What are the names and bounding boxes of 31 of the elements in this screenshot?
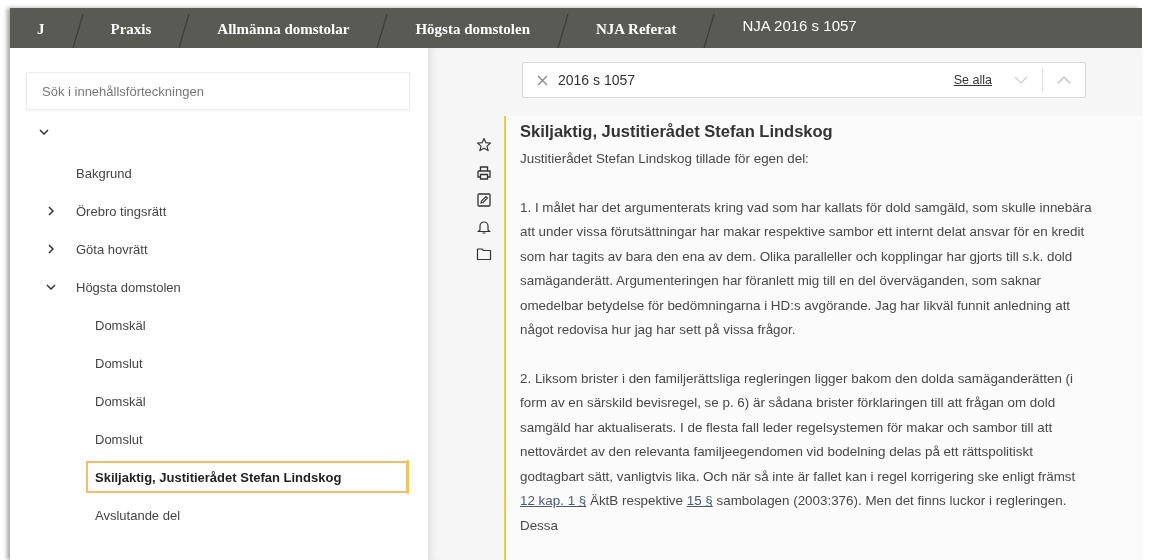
paragraph: Justitierådet Stefan Lindskog tillade för egen del: (520, 150, 810, 168)
see-all-link[interactable]: Se alla (953, 73, 992, 87)
tree-item[interactable]: Domskäl (86, 309, 408, 341)
breadcrumb-link[interactable]: NJA Referat (569, 8, 704, 48)
tree-item[interactable]: Avslutande del (86, 499, 408, 531)
tree-item[interactable]: Göta hovrätt (63, 233, 158, 265)
tree-item[interactable]: Domslut (86, 347, 408, 379)
breadcrumb-link[interactable]: J (10, 8, 72, 48)
tree-item[interactable]: Skiljaktig, Justitierådet Stefan Lindskog (86, 461, 408, 493)
edit-icon[interactable] (477, 193, 491, 207)
tree-item[interactable]: Bakgrund (63, 157, 142, 189)
tree-item[interactable]: Domslut (86, 423, 408, 455)
folder-icon[interactable] (476, 247, 492, 261)
tree-item[interactable]: Domskäl (86, 385, 408, 417)
paragraph: 1. I målet har det argumenterats kring vad som har kallats för dold samgäld, som skulle innebära att under vissa förutsättningar har makar respektive sambor ett internt delat ansvar för en kredit som har tagits av bara den ena av dem. Olika paralleller och kopplingar har gjorts till s.k. dold samäganderätt. Argumenteringen har föranlett mig till en del överväganden, som saknar omedelbar betydelse för bedömningarna i HD:s avgörande. Jag har likväl funnit anledning att något redovisa hur jag har sett på vissa frågor. (520, 198, 1093, 339)
bell-icon[interactable] (476, 219, 492, 235)
law-link[interactable]: 12 kap. 1 § (520, 493, 587, 508)
paragraph: 2. Liksom brister i den familjerättsliga regleringen ligger bakom den dolda samäganderätten (i form av en särskild bevisregel, se p. 6) är sådana brister förklaringen till att frågan om dold samgäld har aktualiserats. I de flesta fall leder regelsystemen för makar och sambor till att nettovärdet av den relevanta familjeegendomen vid bodelning delas på ett rättspolitiskt godtagbart sätt, vanligtvis lika. Och när så inte är fallet kan i regel korrigering ske enligt främst 12 kap. 1 § ÄktB respektive 15 § sambolagen (2003:376). Men det finns luckor i regleringen. Dessa (520, 369, 1077, 535)
law-link[interactable]: 15 § (686, 493, 713, 508)
breadcrumb-current: NJA 2016 s 1057 (741, 15, 858, 36)
selection-marker (407, 460, 409, 494)
section-heading: Skiljaktig, Justitierådet Stefan Lindskog (520, 122, 834, 141)
search-field[interactable]: Sök i innehållsförteckningen (26, 72, 410, 110)
breadcrumb-link[interactable]: Högsta domstolen (388, 8, 557, 48)
star-icon[interactable] (476, 137, 492, 153)
print-icon[interactable] (476, 165, 492, 181)
breadcrumb-link[interactable]: Allmänna domstolar (190, 8, 377, 48)
find-value: 2016 s 1057 (558, 72, 637, 88)
tree-item[interactable]: Högsta domstolen (63, 271, 191, 303)
breadcrumb-link[interactable]: Praxis (83, 8, 179, 48)
tree-item[interactable]: Örebro tingsrätt (63, 195, 177, 227)
